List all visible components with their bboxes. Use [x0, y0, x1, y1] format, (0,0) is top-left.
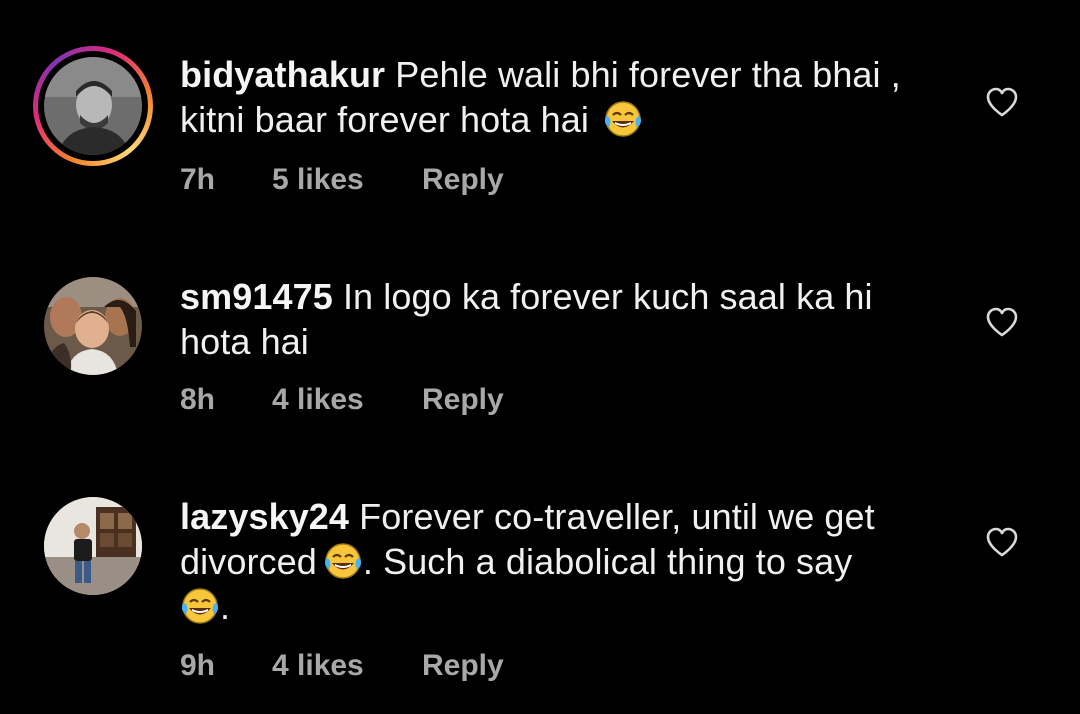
comment-timestamp: 9h	[180, 649, 216, 682]
comment-username[interactable]: sm91475	[180, 276, 333, 317]
story-ring[interactable]	[33, 46, 153, 166]
heart-outline-icon[interactable]	[985, 526, 1019, 558]
heart-outline-icon[interactable]	[985, 86, 1019, 118]
comment-username[interactable]: lazysky24	[180, 496, 349, 537]
comment-text: In logo ka forever kuch saal ka hi	[342, 276, 873, 317]
face-with-tears-of-joy-icon	[180, 587, 220, 625]
comment-likes-count[interactable]: 4 likes	[272, 646, 364, 686]
avatar-photo	[44, 497, 142, 595]
comment-text: kitni baar forever hota hai	[180, 99, 589, 140]
comment-text: Pehle wali bhi forever tha bhai ,	[395, 54, 901, 95]
comment-timestamp: 7h	[180, 163, 216, 196]
comment-body: sm91475 In logo ka forever kuch saal ka …	[180, 274, 940, 364]
reply-button[interactable]: Reply	[422, 160, 504, 200]
comment-username[interactable]: bidyathakur	[180, 54, 385, 95]
comment-text: Forever co-traveller, until we get	[359, 496, 875, 537]
comment-body: bidyathakur Pehle wali bhi forever tha b…	[180, 52, 940, 142]
heart-outline-icon[interactable]	[985, 306, 1019, 338]
avatar[interactable]	[44, 497, 142, 595]
reply-button[interactable]: Reply	[422, 380, 504, 420]
comment-text: . Such a diabolical thing to say	[362, 541, 853, 582]
avatar-photo	[44, 57, 142, 155]
comment-text: hota hai	[180, 321, 309, 362]
comment-likes-count[interactable]: 4 likes	[272, 380, 364, 420]
comment-body: lazysky24 Forever co-traveller, until we…	[180, 494, 940, 629]
avatar-photo	[44, 277, 142, 375]
face-with-tears-of-joy-icon	[603, 100, 643, 138]
comment-text: divorced	[180, 541, 317, 582]
comment-text: .	[220, 586, 231, 627]
comment-likes-count[interactable]: 5 likes	[272, 160, 364, 200]
avatar	[44, 57, 142, 155]
reply-button[interactable]: Reply	[422, 646, 504, 686]
avatar[interactable]	[44, 277, 142, 375]
face-with-tears-of-joy-icon	[323, 542, 363, 580]
comment-timestamp: 8h	[180, 383, 216, 416]
